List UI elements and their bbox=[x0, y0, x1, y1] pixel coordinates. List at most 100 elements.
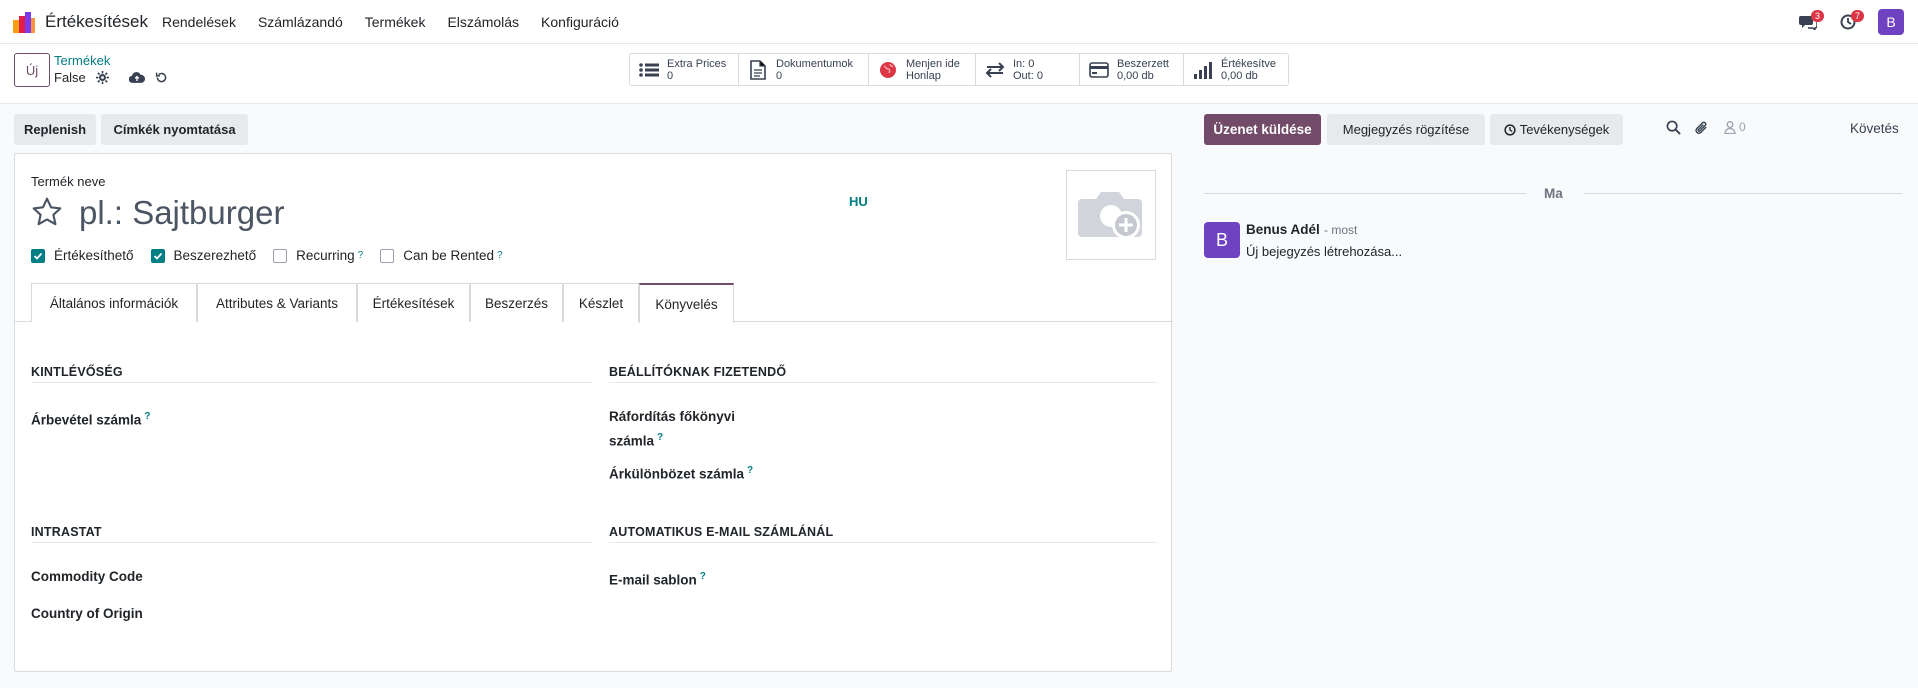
section-divider bbox=[31, 542, 593, 543]
list-icon bbox=[639, 62, 659, 77]
tab-accounting[interactable]: Könyvelés bbox=[639, 283, 734, 323]
section-divider bbox=[31, 382, 593, 383]
stat-value: 0,00 db bbox=[1221, 69, 1258, 82]
checkbox-label: Értékesíthető bbox=[54, 248, 134, 263]
income-account-label: Árbevétel számla? bbox=[31, 411, 151, 428]
stat-value: 0,00 db bbox=[1117, 69, 1154, 82]
globe-icon bbox=[880, 61, 896, 78]
checkbox-unchecked-icon[interactable] bbox=[380, 248, 395, 263]
checkbox-unchecked-icon[interactable] bbox=[273, 248, 288, 263]
product-image-upload[interactable] bbox=[1066, 170, 1156, 260]
help-tooltip-icon[interactable]: ? bbox=[657, 432, 663, 443]
activities-button[interactable]: 7 bbox=[1828, 8, 1868, 36]
smart-button-in-out[interactable]: In: 0 Out: 0 bbox=[976, 54, 1080, 85]
commodity-code-label: Commodity Code bbox=[31, 569, 143, 584]
paperclip-icon[interactable] bbox=[1694, 120, 1709, 136]
checkbox-checked-icon[interactable] bbox=[150, 248, 165, 263]
section-divider bbox=[609, 382, 1157, 383]
discard-icon[interactable] bbox=[155, 71, 168, 84]
tab-purchase[interactable]: Beszerzés bbox=[470, 283, 563, 322]
menu-item-to-invoice[interactable]: Számlázandó bbox=[258, 14, 343, 30]
followers-count: 0 bbox=[1739, 120, 1746, 134]
follow-button[interactable]: Követés bbox=[1850, 121, 1899, 136]
help-tooltip-icon[interactable]: ? bbox=[700, 571, 706, 582]
checkbox-label: Can be Rented bbox=[403, 248, 495, 263]
menu-item-reporting[interactable]: Elszámolás bbox=[447, 14, 519, 30]
tab-sales[interactable]: Értékesítések bbox=[357, 283, 470, 322]
tab-general-info[interactable]: Általános információk bbox=[31, 283, 197, 322]
message-body: Új bejegyzés létrehozása... bbox=[1246, 244, 1403, 259]
day-divider-right bbox=[1584, 193, 1902, 194]
help-tooltip-icon[interactable]: ? bbox=[497, 250, 503, 261]
checkbox-recurring[interactable]: Recurring? bbox=[273, 248, 363, 263]
control-panel: Új Termékek False Extra Prices 0 Dokument… bbox=[0, 44, 1918, 104]
stat-value: 0 bbox=[776, 69, 783, 82]
help-tooltip-icon[interactable]: ? bbox=[144, 411, 150, 422]
product-name-input[interactable]: pl.: Sajtburger bbox=[79, 194, 284, 232]
smart-buttons: Extra Prices 0 Dokumentumok 0 Menjen ide Ho… bbox=[629, 53, 1289, 86]
favorite-star-icon[interactable] bbox=[31, 196, 63, 228]
replenish-button[interactable]: Replenish bbox=[14, 114, 96, 145]
stat-label: Dokumentumok bbox=[776, 57, 854, 70]
stat-label: Értékesítve bbox=[1221, 57, 1277, 70]
checkbox-can-be-purchased[interactable]: Beszerezhető bbox=[150, 248, 256, 263]
menu-item-configuration[interactable]: Konfiguráció bbox=[541, 14, 619, 30]
product-name-label: Termék neve bbox=[31, 174, 106, 189]
stat-value: 0 bbox=[667, 69, 674, 82]
smart-button-website[interactable]: Menjen ide Honlap bbox=[869, 54, 976, 85]
breadcrumb-parent[interactable]: Termékek bbox=[54, 53, 110, 68]
checkbox-label: Recurring bbox=[296, 248, 355, 263]
main-menu: Rendelések Számlázandó Termékek Elszámol… bbox=[162, 14, 641, 30]
bar-chart-icon bbox=[1194, 61, 1212, 79]
log-note-button[interactable]: Megjegyzés rögzítése bbox=[1327, 114, 1485, 145]
checkbox-can-be-rented[interactable]: Can be Rented? bbox=[380, 248, 503, 263]
search-icon[interactable] bbox=[1666, 120, 1681, 135]
smart-button-purchased[interactable]: Beszerzett 0,00 db bbox=[1080, 54, 1184, 85]
breadcrumb-current: False bbox=[54, 70, 168, 85]
print-labels-button[interactable]: Címkék nyomtatása bbox=[101, 114, 248, 145]
tab-inventory[interactable]: Készlet bbox=[563, 283, 639, 322]
sales-app-icon[interactable] bbox=[12, 10, 36, 34]
stat-label: Beszerzett bbox=[1117, 57, 1169, 70]
tab-attributes-variants[interactable]: Attributes & Variants bbox=[197, 283, 357, 322]
message-author-avatar[interactable]: B bbox=[1204, 222, 1240, 258]
app-name[interactable]: Értékesítések bbox=[45, 12, 148, 32]
smart-button-documents[interactable]: Dokumentumok 0 bbox=[739, 54, 869, 85]
section-intrastat-title: INTRASTAT bbox=[31, 525, 102, 539]
email-template-label: E-mail sablon? bbox=[609, 571, 706, 588]
section-divider bbox=[609, 542, 1157, 543]
stat-value: Out: 0 bbox=[1013, 69, 1043, 82]
exchange-icon bbox=[985, 61, 1005, 78]
expense-account-label: Ráfordítás főkönyvi számla? bbox=[609, 409, 736, 449]
day-separator: Ma bbox=[1544, 186, 1563, 201]
activities-button[interactable]: Tevékenységek bbox=[1490, 114, 1623, 145]
checkbox-checked-icon[interactable] bbox=[31, 248, 45, 263]
smart-button-extra-prices[interactable]: Extra Prices 0 bbox=[630, 54, 739, 85]
cloud-upload-icon[interactable] bbox=[128, 71, 145, 84]
section-auto-email-title: AUTOMATIKUS E-MAIL SZÁMLÁNÁL bbox=[609, 525, 834, 539]
checkbox-can-be-sold[interactable]: Értékesíthető bbox=[31, 248, 134, 263]
menu-item-orders[interactable]: Rendelések bbox=[162, 14, 236, 30]
language-toggle[interactable]: HU bbox=[849, 194, 868, 209]
day-divider-left bbox=[1204, 193, 1526, 194]
new-button[interactable]: Új bbox=[14, 53, 50, 87]
user-icon bbox=[1724, 120, 1736, 134]
product-flags: Értékesíthető Beszerezhető Recurring? Ca… bbox=[31, 248, 520, 263]
help-tooltip-icon[interactable]: ? bbox=[358, 250, 364, 261]
smart-button-sold[interactable]: Értékesítve 0,00 db bbox=[1184, 54, 1288, 85]
stat-label: Extra Prices bbox=[667, 57, 727, 70]
stat-label: In: 0 bbox=[1013, 57, 1035, 70]
message-time: - most bbox=[1324, 223, 1358, 237]
send-message-button[interactable]: Üzenet küldése bbox=[1204, 114, 1321, 145]
followers-button[interactable]: 0 bbox=[1724, 120, 1746, 134]
form-tabs: Általános információk Attributes & Varia… bbox=[15, 283, 1173, 323]
message-author[interactable]: Benus Adél bbox=[1246, 222, 1320, 237]
gear-icon[interactable] bbox=[95, 71, 109, 84]
messages-button[interactable]: 3 bbox=[1788, 8, 1828, 36]
help-tooltip-icon[interactable]: ? bbox=[747, 465, 753, 476]
menu-item-products[interactable]: Termékek bbox=[365, 14, 426, 30]
activities-badge: 7 bbox=[1850, 10, 1864, 22]
user-avatar[interactable]: B bbox=[1878, 9, 1904, 35]
record-name: False bbox=[54, 70, 86, 85]
top-navbar: Értékesítések Rendelések Számlázandó Ter… bbox=[0, 0, 1918, 44]
